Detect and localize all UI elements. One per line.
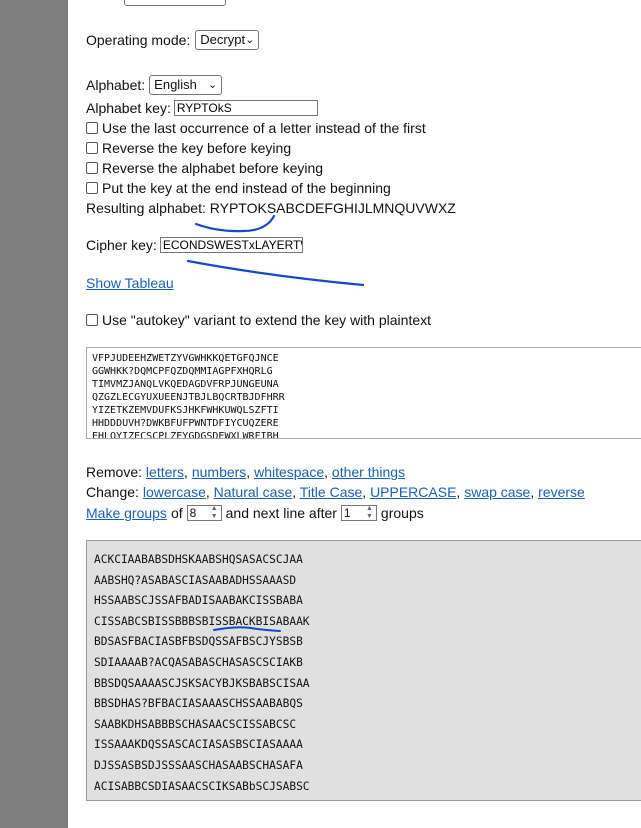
- cipher-tool-page: Operating mode: Decrypt ⌄ Alphabet: Engl…: [68, 0, 641, 828]
- annotation-underline-back: [213, 626, 281, 632]
- annotation-underline-alphabet: [194, 214, 276, 233]
- annotation-underline-cipher-key: [186, 259, 365, 287]
- annotation-overlay: [186, 214, 365, 632]
